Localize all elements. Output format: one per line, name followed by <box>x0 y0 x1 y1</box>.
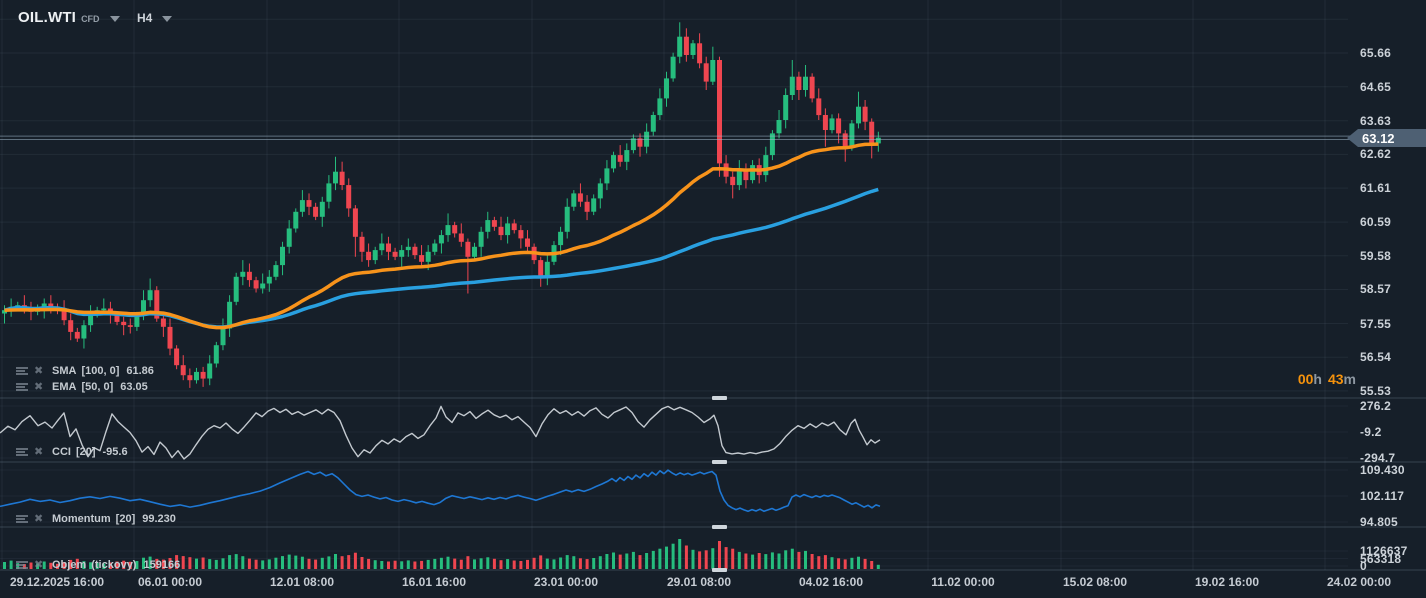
momentum-axis-tick: 102.117 <box>1360 489 1405 503</box>
time-axis-tick: 29.01 08:00 <box>666 575 732 589</box>
indicator-params: (tickovy) <box>91 559 137 571</box>
indicator-params: [100, 0] <box>81 365 120 377</box>
instrument-header: OIL.WTI CFD <box>18 9 120 26</box>
indicator-params: [20] <box>75 446 96 458</box>
price-axis-tick: 60.59 <box>1360 215 1392 230</box>
indicator-value: -95.6 <box>102 446 128 458</box>
time-axis-tick: 19.02 16:00 <box>1194 575 1260 589</box>
cci-axis-tick: -9.2 <box>1360 425 1382 439</box>
indicator-params: [50, 0] <box>81 381 114 393</box>
countdown-minutes: 43 <box>1327 371 1344 387</box>
indicator-name: CCI <box>52 446 71 458</box>
symbol-name: OIL.WTI <box>18 9 77 26</box>
indicator-row-volume: ✖ Objem (tickovy) 159166 <box>16 559 180 571</box>
price-axis-tick: 65.66 <box>1360 46 1392 60</box>
momentum-axis-tick: 109.430 <box>1360 462 1405 477</box>
indicator-settings-icon[interactable] <box>16 560 29 571</box>
indicator-value: 63.05 <box>120 381 148 393</box>
price-axis-tick: 57.55 <box>1360 316 1392 331</box>
panel-resize-handle <box>712 396 727 400</box>
indicator-row-sma: ✖ SMA [100, 0] 61.86 <box>16 365 154 377</box>
price-axis-tick: 63.63 <box>1360 113 1392 128</box>
timeframe-label: H4 <box>137 11 153 25</box>
indicator-name: Momentum <box>52 513 111 525</box>
indicator-value: 61.86 <box>126 365 154 377</box>
price-axis-tick: 56.54 <box>1360 350 1392 365</box>
indicator-row-cci: ✖ CCI [20] -95.6 <box>16 446 128 458</box>
countdown-minutes-unit: m <box>1343 371 1356 387</box>
symbol-dropdown-chevron-icon[interactable] <box>109 15 120 22</box>
indicator-value: 159166 <box>143 559 181 571</box>
indicator-settings-icon[interactable] <box>16 447 29 458</box>
indicator-remove-icon[interactable]: ✖ <box>34 365 47 377</box>
price-axis-tick: 55.53 <box>1360 383 1392 398</box>
time-axis-tick: 15.02 08:00 <box>1062 575 1128 589</box>
time-axis-tick: 24.02 00:00 <box>1326 575 1392 589</box>
indicator-settings-icon[interactable] <box>16 366 29 377</box>
indicator-settings-icon[interactable] <box>16 382 29 393</box>
indicator-params: [20] <box>115 513 136 525</box>
chart-canvas[interactable] <box>0 0 1426 598</box>
indicator-name: Objem <box>52 559 87 571</box>
time-axis-tick: 16.01 16:00 <box>401 575 467 589</box>
price-axis-tick: 61.61 <box>1360 181 1392 196</box>
momentum-axis-tick: 94.805 <box>1360 514 1398 529</box>
time-axis-tick: 11.02 00:00 <box>931 575 995 589</box>
trading-chart-window: OIL.WTI CFD H4 ✖ SMA [100, 0] 61.86 ✖ EM… <box>0 0 1426 598</box>
timeframe-selector[interactable]: H4 <box>137 11 173 25</box>
time-axis-tick: 12.01 08:00 <box>269 575 335 589</box>
time-axis-tick: 04.02 16:00 <box>798 575 864 589</box>
indicator-remove-icon[interactable]: ✖ <box>34 381 47 393</box>
indicator-row-momentum: ✖ Momentum [20] 99.230 <box>16 513 176 525</box>
indicator-remove-icon[interactable]: ✖ <box>34 559 47 571</box>
timeframe-dropdown-chevron-icon[interactable] <box>162 16 173 22</box>
indicator-remove-icon[interactable]: ✖ <box>34 446 47 458</box>
candle-countdown-timer: 00h 43m <box>1298 371 1356 387</box>
countdown-hours: 00 <box>1297 371 1314 387</box>
panel-resize-handle <box>712 525 727 529</box>
panel-resize-handle <box>712 460 727 464</box>
indicator-row-ema: ✖ EMA [50, 0] 63.05 <box>16 381 148 393</box>
time-axis-tick: 29.12.2025 16:00 <box>9 575 105 589</box>
current-price-tag: 63.12 <box>1347 129 1426 147</box>
indicator-settings-icon[interactable] <box>16 514 29 525</box>
panel-resize-handle <box>712 568 727 572</box>
instrument-type-badge: CFD <box>81 13 100 24</box>
countdown-hours-unit: h <box>1313 371 1322 387</box>
time-axis-tick: 06.01 00:00 <box>137 575 203 589</box>
price-axis-tick: 58.57 <box>1360 282 1392 297</box>
price-axis-tick: 62.62 <box>1360 147 1392 162</box>
time-axis-tick: 23.01 00:00 <box>533 575 599 589</box>
cci-axis-tick: 276.2 <box>1360 399 1392 413</box>
indicator-name: EMA <box>52 381 77 393</box>
indicator-value: 99.230 <box>142 513 176 525</box>
indicator-remove-icon[interactable]: ✖ <box>34 513 47 525</box>
current-price-value: 63.12 <box>1362 130 1395 146</box>
price-axis-tick: 59.58 <box>1360 248 1392 263</box>
indicator-name: SMA <box>52 365 77 377</box>
volume-axis-tick: 0 <box>1360 559 1367 573</box>
price-axis-tick: 64.65 <box>1360 79 1392 94</box>
